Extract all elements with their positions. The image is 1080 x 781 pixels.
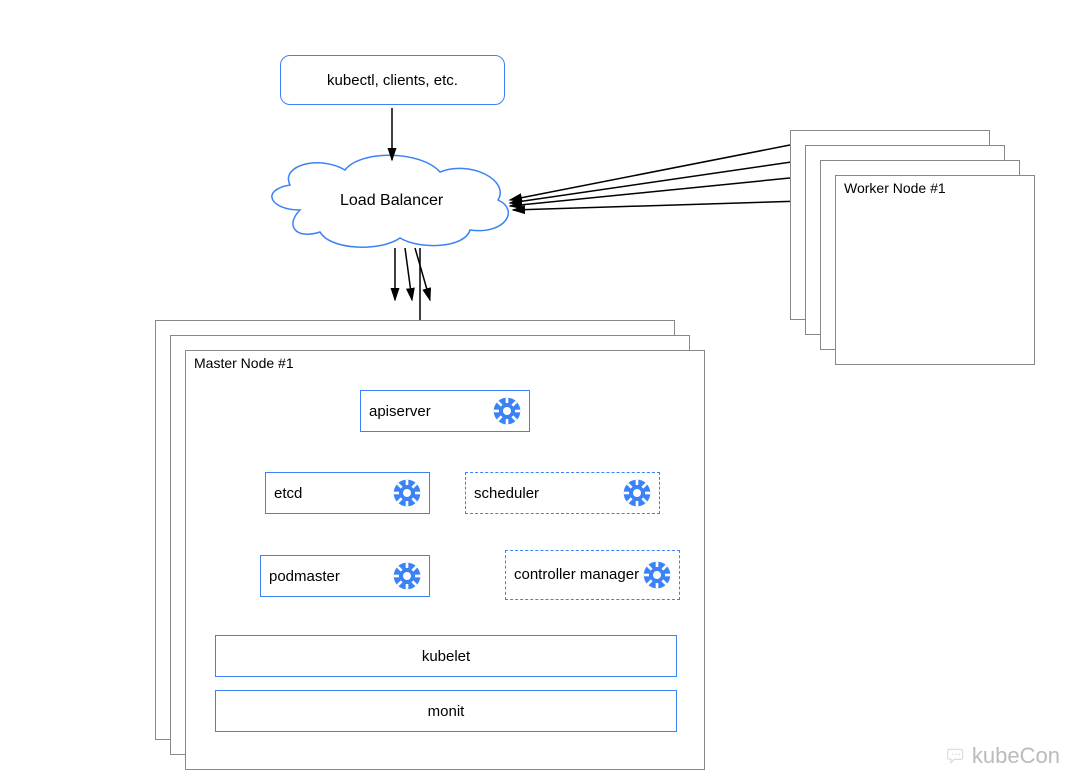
clients-label: kubectl, clients, etc. [327, 72, 458, 89]
chat-icon [946, 746, 966, 766]
gear-icon [491, 395, 523, 427]
apiserver-label: apiserver [361, 403, 491, 420]
worker-node-label: Worker Node #1 [844, 180, 946, 196]
gear-icon [391, 477, 423, 509]
etcd-box: etcd [265, 472, 430, 514]
monit-label: monit [428, 703, 465, 720]
podmaster-label: podmaster [261, 568, 391, 585]
podmaster-box: podmaster [260, 555, 430, 597]
watermark: kubeCon [946, 743, 1060, 769]
gear-icon [641, 559, 673, 591]
watermark-text: kubeCon [972, 743, 1060, 769]
monit-box: monit [215, 690, 677, 732]
kubelet-label: kubelet [422, 648, 470, 665]
worker-node-front: Worker Node #1 [835, 175, 1035, 365]
etcd-label: etcd [266, 485, 391, 502]
kubelet-box: kubelet [215, 635, 677, 677]
apiserver-box: apiserver [360, 390, 530, 432]
controller-manager-label: controller manager [506, 566, 641, 583]
master-node-label: Master Node #1 [194, 355, 294, 371]
clients-box: kubectl, clients, etc. [280, 55, 505, 105]
scheduler-label: scheduler [466, 485, 621, 502]
gear-icon [391, 560, 423, 592]
controller-manager-box: controller manager [505, 550, 680, 600]
scheduler-box: scheduler [465, 472, 660, 514]
gear-icon [621, 477, 653, 509]
load-balancer-label: Load Balancer [340, 192, 443, 210]
